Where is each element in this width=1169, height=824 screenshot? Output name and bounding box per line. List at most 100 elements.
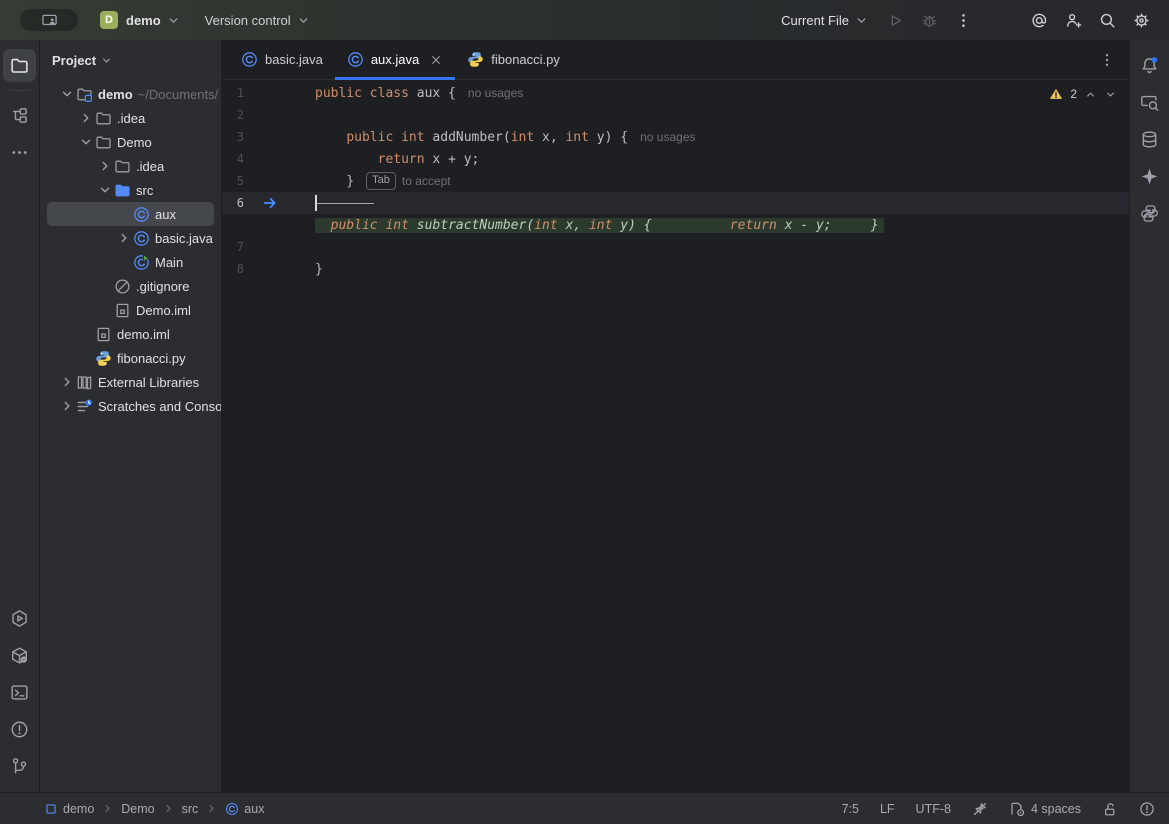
tab-options-button[interactable] bbox=[1093, 46, 1121, 74]
chevron-down-icon bbox=[100, 54, 113, 67]
problems-status-widget[interactable] bbox=[1139, 801, 1155, 817]
gutter bbox=[244, 104, 315, 126]
settings-button[interactable] bbox=[1127, 6, 1155, 34]
tree-item-aux[interactable]: aux bbox=[47, 202, 214, 226]
line-separator-widget[interactable]: LF bbox=[880, 802, 895, 816]
code-line-6[interactable]: 6 bbox=[222, 192, 1129, 214]
editor[interactable]: 1public class aux {no usages23 public in… bbox=[222, 80, 1129, 792]
code-line-8[interactable]: 8} bbox=[222, 258, 1129, 280]
tree-item-main[interactable]: Main bbox=[40, 250, 221, 274]
more-actions-button[interactable] bbox=[949, 6, 977, 34]
highlighting-muted-widget[interactable] bbox=[972, 801, 988, 817]
breadcrumb-demo[interactable]: Demo bbox=[121, 802, 154, 816]
tree-item-demo[interactable]: Demo bbox=[40, 130, 221, 154]
inspections-widget[interactable]: 2 bbox=[1049, 87, 1117, 101]
tool-stripe-ai-assistant[interactable] bbox=[1133, 160, 1166, 193]
readonly-toggle[interactable] bbox=[1102, 801, 1118, 817]
gutter bbox=[244, 82, 315, 104]
chevron-right-icon[interactable] bbox=[116, 230, 132, 246]
chevron-right-icon[interactable] bbox=[97, 158, 113, 174]
tool-stripe-notifications[interactable] bbox=[1133, 49, 1166, 82]
ide-window: D demo Version control Current File bbox=[0, 0, 1169, 824]
breadcrumbs: demo Demo src aux bbox=[44, 802, 264, 816]
code-line-2[interactable]: 2 bbox=[222, 104, 1129, 126]
chevron-down-icon[interactable] bbox=[1104, 88, 1117, 101]
add-user-icon bbox=[1065, 12, 1082, 29]
tree-item-idea[interactable]: .idea bbox=[40, 106, 221, 130]
lock-open-icon bbox=[1102, 801, 1118, 817]
tool-stripe-project[interactable] bbox=[3, 49, 36, 82]
chevron-right-icon bbox=[101, 802, 114, 815]
tool-stripe-profiler[interactable] bbox=[1133, 86, 1166, 119]
tree-item-demo[interactable]: demo~/Documents/ bbox=[40, 82, 221, 106]
search-everywhere-button[interactable] bbox=[1093, 6, 1121, 34]
tool-stripe-problems[interactable] bbox=[3, 713, 36, 746]
chevron-right-icon[interactable] bbox=[59, 398, 75, 414]
encoding-widget[interactable]: UTF-8 bbox=[916, 802, 951, 816]
tool-stripe-services[interactable] bbox=[3, 602, 36, 635]
tab-fibonacci-py[interactable]: fibonacci.py bbox=[455, 40, 572, 79]
line-number: 7 bbox=[222, 240, 244, 254]
chevron-spacer bbox=[116, 254, 132, 270]
code-line-ghost[interactable]: public int subtractNumber(int x, int y) … bbox=[222, 214, 1129, 236]
ai-sparkle-icon bbox=[1140, 167, 1159, 186]
indent-label: 4 spaces bbox=[1031, 802, 1081, 816]
tab-aux-java[interactable]: aux.java bbox=[335, 40, 455, 79]
class-run-icon bbox=[133, 254, 150, 271]
file-icon bbox=[114, 302, 131, 319]
screen-share-pill[interactable] bbox=[20, 9, 78, 31]
project-panel-header[interactable]: Project bbox=[40, 40, 221, 80]
chevron-spacer bbox=[97, 278, 113, 294]
tab-key-chip: Tab bbox=[366, 172, 396, 189]
code-line-3[interactable]: 3 public int addNumber(int x, int y) {no… bbox=[222, 126, 1129, 148]
indent-widget[interactable]: 4 spaces bbox=[1009, 801, 1081, 817]
breadcrumb-src[interactable]: src bbox=[182, 802, 199, 816]
breadcrumb-aux[interactable]: aux bbox=[225, 802, 264, 816]
tree-item-gitignore[interactable]: .gitignore bbox=[40, 274, 221, 298]
tool-stripe-python-packages[interactable] bbox=[1133, 197, 1166, 230]
vcs-widget[interactable]: Version control bbox=[201, 9, 315, 32]
project-tool-icon bbox=[10, 56, 29, 75]
ai-chat-button[interactable] bbox=[1025, 6, 1053, 34]
run-button[interactable] bbox=[881, 6, 909, 34]
tool-stripe-more-tool-windows[interactable] bbox=[3, 136, 36, 169]
code-line-4[interactable]: 4 return x + y; bbox=[222, 148, 1129, 170]
tree-item-external-libraries[interactable]: External Libraries bbox=[40, 370, 221, 394]
editor-tab-bar: basic.javaaux.javafibonacci.py bbox=[222, 40, 1129, 80]
usages-inlay-hint: no usages bbox=[468, 86, 523, 100]
tool-stripe-structure[interactable] bbox=[3, 99, 36, 132]
code-line-7[interactable]: 7 bbox=[222, 236, 1129, 258]
code-with-me-button[interactable] bbox=[1059, 6, 1087, 34]
tab-basic-java[interactable]: basic.java bbox=[229, 40, 335, 79]
code-line-1[interactable]: 1public class aux {no usages bbox=[222, 82, 1129, 104]
project-selector[interactable]: D demo bbox=[96, 7, 185, 33]
caret-position-widget[interactable]: 7:5 bbox=[842, 802, 859, 816]
tree-item-fibonacci-py[interactable]: fibonacci.py bbox=[40, 346, 221, 370]
tree-item-src[interactable]: src bbox=[40, 178, 221, 202]
breadcrumb-demo[interactable]: demo bbox=[44, 802, 94, 816]
tree-item-demo-iml[interactable]: Demo.iml bbox=[40, 298, 221, 322]
tree-item-idea[interactable]: .idea bbox=[40, 154, 221, 178]
tool-stripe-build[interactable] bbox=[3, 639, 36, 672]
run-config-selector[interactable]: Current File bbox=[777, 9, 873, 32]
screen-share-icon bbox=[41, 12, 58, 29]
close-icon[interactable] bbox=[429, 53, 443, 67]
chevron-right-icon[interactable] bbox=[78, 110, 94, 126]
tool-stripe-database[interactable] bbox=[1133, 123, 1166, 156]
tree-item-scratches-and-consol[interactable]: Scratches and Consol bbox=[40, 394, 221, 418]
chevron-right-icon[interactable] bbox=[59, 374, 75, 390]
chevron-down-icon[interactable] bbox=[78, 134, 94, 150]
tool-stripe-terminal[interactable] bbox=[3, 676, 36, 709]
debug-button[interactable] bbox=[915, 6, 943, 34]
tree-item-basic-java[interactable]: basic.java bbox=[40, 226, 221, 250]
bell-icon bbox=[1140, 56, 1159, 75]
chevron-down-icon[interactable] bbox=[97, 182, 113, 198]
code-line-5[interactable]: 5 }Tabto accept bbox=[222, 170, 1129, 192]
right-tool-stripe bbox=[1129, 40, 1169, 792]
titlebar: D demo Version control Current File bbox=[0, 0, 1169, 40]
line-number: 6 bbox=[222, 196, 244, 210]
tool-stripe-version-control[interactable] bbox=[3, 750, 36, 783]
chevron-down-icon[interactable] bbox=[59, 86, 75, 102]
chevron-up-icon[interactable] bbox=[1084, 88, 1097, 101]
tree-item-demo-iml[interactable]: demo.iml bbox=[40, 322, 221, 346]
